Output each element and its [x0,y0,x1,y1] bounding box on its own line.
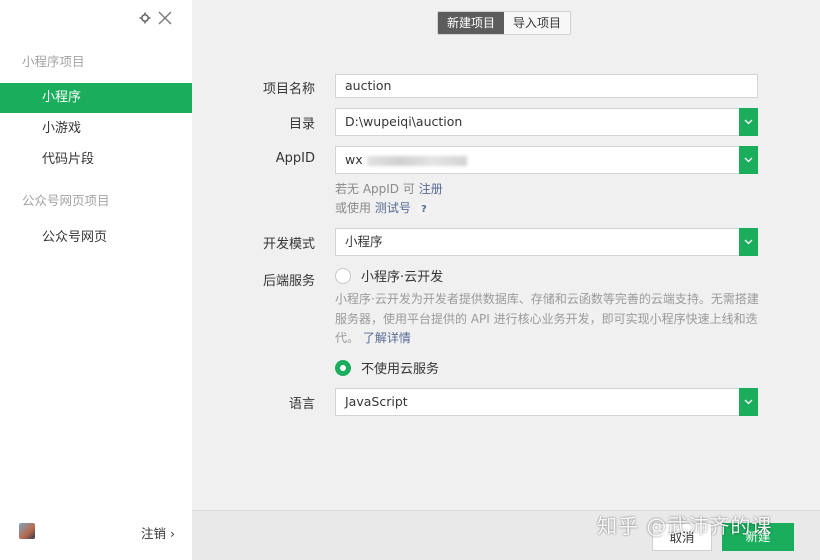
radio-cloud[interactable] [335,267,351,284]
dev-mode-value: 小程序 [345,234,383,249]
project-name-input[interactable]: auction [335,74,758,98]
project-tabs: 新建项目 导入项目 [437,11,572,35]
backend-option-cloud-label: 小程序·云开发 [361,270,444,285]
sidebar-item-official-webpage[interactable]: 公众号网页 [0,223,192,253]
directory-select[interactable]: D:\wupeiqi\auction [335,108,758,136]
directory-value: D:\wupeiqi\auction [345,114,463,129]
project-name-label: 项目名称 [262,82,315,97]
chevron-down-icon[interactable] [739,388,758,416]
section-title-miniprogram: 小程序项目 [22,54,85,69]
close-icon[interactable] [157,10,173,26]
dev-mode-label: 开发模式 [262,237,315,252]
sidebar: 小程序项目 小程序 小游戏 代码片段 公众号网页项目 公众号网页 注销 › [0,0,192,560]
avatar[interactable] [19,523,35,539]
backend-option-cloud[interactable]: 小程序·云开发 [335,266,443,285]
test-account-link[interactable]: 测试号 [375,201,411,215]
appid-label: AppID [275,151,315,166]
sidebar-footer: 注销 › [0,517,192,547]
chevron-down-icon[interactable] [739,146,758,174]
tab-import-project[interactable]: 导入项目 [504,12,571,34]
directory-label: 目录 [288,117,315,132]
language-value: JavaScript [345,394,408,409]
appid-select[interactable]: wx [335,146,758,174]
backend-option-none[interactable]: 不使用云服务 [335,358,439,377]
cloud-description: 小程序·云开发为开发者提供数据库、存储和云函数等完善的云端支持。无需搭建服务器，… [335,292,759,345]
dev-mode-select[interactable]: 小程序 [335,228,758,256]
logout-link[interactable]: 注销 › [141,523,175,542]
sidebar-item-miniprogram[interactable]: 小程序 [0,83,192,113]
sidebar-item-code-snippet[interactable]: 代码片段 [0,145,192,175]
new-project-panel: 新建项目 导入项目 项目名称 auction 目录 D:\wupeiqi\auc… [192,0,820,560]
appid-redacted [366,155,467,166]
backend-label: 后端服务 [262,274,315,289]
learn-more-link[interactable]: 了解详情 [363,331,411,345]
section-title-official-account: 公众号网页项目 [22,193,110,208]
appid-value: wx [345,152,363,167]
appid-register-hint: 若无 AppID 可 注册 [335,182,443,196]
appid-test-hint: 或使用 测试号? [335,199,431,217]
tab-new-project[interactable]: 新建项目 [438,12,505,34]
watermark: 知乎 @武沛齐的课 [597,514,773,538]
backend-option-none-label: 不使用云服务 [361,362,440,377]
language-select[interactable]: JavaScript [335,388,758,416]
chevron-down-icon[interactable] [739,228,758,256]
register-link[interactable]: 注册 [419,182,443,196]
sidebar-item-minigame[interactable]: 小游戏 [0,114,192,144]
settings-icon[interactable] [139,12,151,24]
help-icon[interactable]: ? [416,203,431,217]
language-label: 语言 [288,397,315,412]
sidebar-top-tools [139,10,173,26]
chevron-down-icon[interactable] [739,108,758,136]
radio-no-cloud[interactable] [335,359,351,376]
